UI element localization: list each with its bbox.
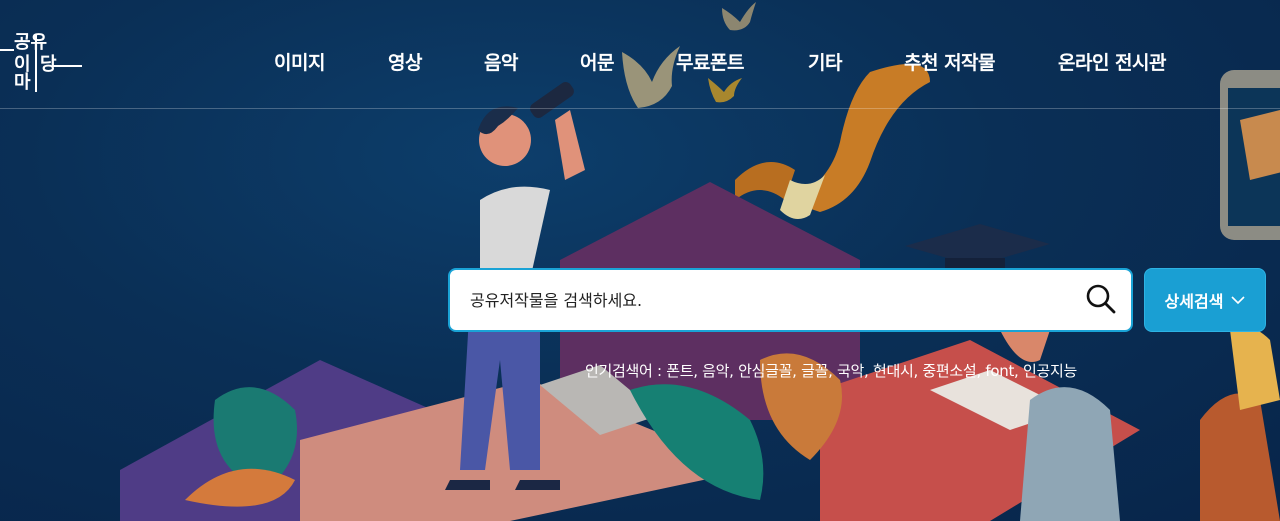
advanced-search-button[interactable]: 상세검색 — [1144, 268, 1266, 332]
popular-keyword[interactable]: font — [985, 362, 1014, 380]
search-icon — [1086, 284, 1116, 313]
advanced-search-label: 상세검색 — [1164, 292, 1224, 311]
popular-keyword[interactable]: 현대시 — [873, 362, 914, 380]
popular-keyword[interactable]: 인공지능 — [1023, 362, 1077, 380]
site-header: 공유 이 당 마 이미지 영상 음악 어문 무료폰트 기타 추천 저작물 온라인… — [0, 0, 1280, 109]
nav-item-music[interactable]: 음악 — [484, 48, 518, 75]
nav-item-text[interactable]: 어문 — [580, 48, 614, 75]
popular-keywords-label: 인기검색어 : — [585, 362, 667, 380]
search-box — [448, 268, 1133, 332]
popular-keyword[interactable]: 글꼴 — [801, 362, 828, 380]
search-button[interactable] — [1083, 282, 1119, 318]
popular-keywords: 인기검색어 : 폰트, 음악, 안심글꼴, 글꼴, 국악, 현대시, 중편소설,… — [585, 362, 1077, 380]
chevron-down-icon — [1231, 296, 1246, 305]
main-nav: 이미지 영상 음악 어문 무료폰트 기타 추천 저작물 온라인 전시관 — [0, 48, 1280, 76]
popular-keyword[interactable]: 폰트 — [666, 362, 693, 380]
nav-item-recommended[interactable]: 추천 저작물 — [904, 48, 996, 75]
popular-keyword[interactable]: 국악 — [837, 362, 864, 380]
popular-keyword[interactable]: 음악 — [702, 362, 729, 380]
popular-keyword[interactable]: 안심글꼴 — [738, 362, 792, 380]
popular-keyword[interactable]: 중편소설 — [922, 362, 976, 380]
nav-item-etc[interactable]: 기타 — [808, 48, 842, 75]
nav-item-online-exhibition[interactable]: 온라인 전시관 — [1058, 48, 1167, 75]
nav-item-video[interactable]: 영상 — [388, 48, 422, 75]
nav-item-free-fonts[interactable]: 무료폰트 — [676, 48, 744, 75]
nav-item-image[interactable]: 이미지 — [274, 48, 325, 75]
search-input[interactable] — [448, 268, 1133, 332]
